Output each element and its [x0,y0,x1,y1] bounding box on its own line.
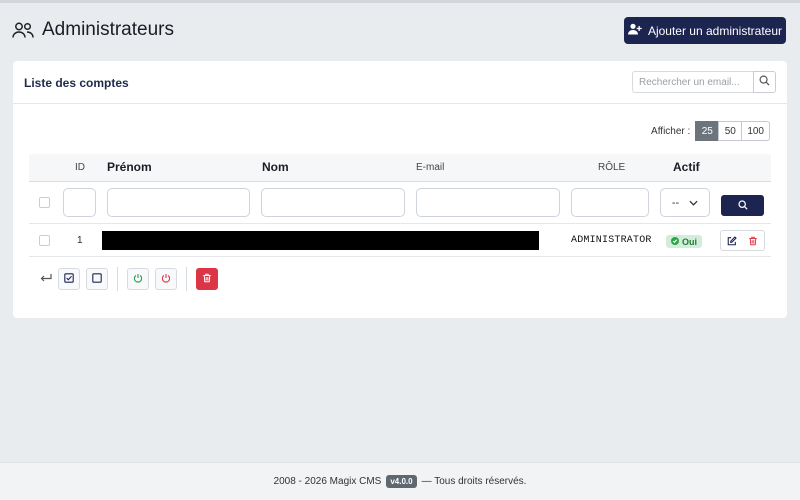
column-header-first-name[interactable]: Prénom [107,160,152,174]
add-administrator-button[interactable]: Ajouter un administrateur [624,17,786,44]
filter-select-all-checkbox[interactable] [39,197,50,208]
delete-button[interactable] [743,231,765,250]
column-header-role[interactable]: RÔLE [598,162,625,173]
edit-button[interactable] [721,231,743,250]
card-title: Liste des comptes [24,76,129,90]
trash-icon [202,270,212,288]
filter-search-button[interactable] [721,195,764,216]
trash-icon [743,236,765,246]
deactivate-selected-button[interactable] [155,268,177,290]
filter-role-input[interactable] [571,188,649,217]
filter-active-select[interactable]: -- [660,188,710,217]
activate-selected-button[interactable] [127,268,149,290]
accounts-table: ID Prénom Nom E-mail RÔLE Actif -- 1 ADM… [29,154,771,301]
deselect-all-button[interactable] [86,268,108,290]
row-select-checkbox[interactable] [39,235,50,246]
power-off-icon [161,270,171,288]
row-actions [720,230,765,251]
chevron-down-icon [689,197,698,209]
accounts-card: Liste des comptes Afficher : 25 50 100 I… [13,61,787,318]
checked-square-icon [64,270,74,288]
user-plus-icon [627,23,642,38]
page-header: Administrateurs Ajouter un administrateu… [12,17,788,45]
filter-active-value: -- [671,196,680,209]
footer-copyright: 2008 - 2026 Magix CMS [273,476,382,487]
footer-rights: — Tous droits réservés. [421,476,527,487]
filter-first-name-input[interactable] [107,188,250,217]
check-circle-icon [671,236,679,247]
email-search-button[interactable] [753,71,776,93]
power-on-icon [133,270,143,288]
table-row: 1 ADMINISTRATOR Oui [29,224,771,257]
filter-row: -- [29,182,771,224]
search-icon [759,73,770,91]
column-header-active[interactable]: Actif [673,160,700,174]
page-size-label: Afficher : [651,125,691,137]
divider [117,267,118,291]
column-header-id[interactable]: ID [75,162,85,173]
divider [186,267,187,291]
column-header-last-name[interactable]: Nom [262,160,289,174]
filter-email-input[interactable] [416,188,560,217]
version-badge: v4.0.0 [386,475,417,488]
table-header: ID Prénom Nom E-mail RÔLE Actif [29,154,771,182]
row-role: ADMINISTRATOR [571,235,652,246]
page-size-selector: Afficher : 25 50 100 [651,121,770,141]
bulk-actions-bar [29,257,771,301]
add-administrator-label: Ajouter un administrateur [647,23,783,38]
filter-id-input[interactable] [63,188,96,217]
footer: 2008 - 2026 Magix CMS v4.0.0 — Tous droi… [0,462,800,500]
redacted-personal-data [102,231,539,250]
filter-last-name-input[interactable] [261,188,405,217]
row-id: 1 [77,235,83,246]
search-icon [737,197,748,215]
empty-square-icon [92,270,102,288]
select-all-button[interactable] [58,268,80,290]
page-size-100[interactable]: 100 [741,121,770,141]
delete-selected-button[interactable] [196,268,218,290]
email-search [632,71,776,93]
email-search-input[interactable] [632,71,753,93]
page-title: Administrateurs [42,19,174,40]
top-border [0,0,800,3]
return-arrow-icon [40,270,52,288]
active-status-badge: Oui [666,235,702,248]
edit-icon [721,235,743,246]
card-header: Liste des comptes [13,61,787,104]
page-size-50[interactable]: 50 [718,121,743,141]
active-status-label: Oui [682,236,697,247]
users-icon [12,21,34,39]
page-size-25[interactable]: 25 [695,121,720,141]
column-header-email[interactable]: E-mail [416,162,444,173]
